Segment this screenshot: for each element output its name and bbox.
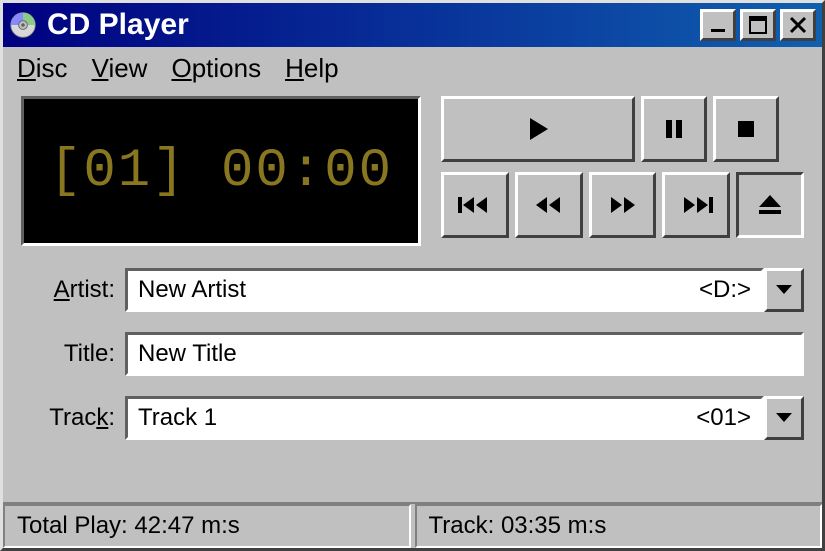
track-dropdown-button[interactable]: [764, 396, 804, 440]
close-button[interactable]: [780, 9, 816, 41]
play-button[interactable]: [441, 96, 635, 162]
track-label: Track:: [21, 404, 125, 432]
menu-options[interactable]: Options: [171, 53, 261, 84]
top-row: [01] 00:00: [21, 96, 804, 246]
content-area: [01] 00:00: [3, 92, 822, 502]
play-icon: [524, 115, 552, 143]
stop-button[interactable]: [713, 96, 779, 162]
skip-next-button[interactable]: [662, 172, 730, 238]
artist-label: Artist:: [21, 276, 125, 304]
artist-field[interactable]: New Artist <D:>: [125, 268, 764, 312]
fast-forward-icon: [607, 194, 637, 216]
pause-button[interactable]: [641, 96, 707, 162]
menu-disc[interactable]: Disc: [17, 53, 68, 84]
display-text: [01] 00:00: [49, 141, 393, 202]
menubar: Disc View Options Help: [3, 47, 822, 92]
artist-dropdown-button[interactable]: [764, 268, 804, 312]
menu-help[interactable]: Help: [285, 53, 338, 84]
track-field[interactable]: Track 1 <01>: [125, 396, 764, 440]
rewind-button[interactable]: [515, 172, 583, 238]
statusbar: Total Play: 42:47 m:s Track: 03:35 m:s: [3, 502, 822, 548]
skip-previous-button[interactable]: [441, 172, 509, 238]
skip-previous-icon: [458, 194, 492, 216]
title-label: Title:: [21, 340, 125, 368]
minimize-button[interactable]: [700, 9, 736, 41]
chevron-down-icon: [775, 412, 793, 424]
status-track-time: Track: 03:35 m:s: [415, 504, 823, 548]
titlebar: CD Player: [3, 3, 822, 47]
artist-value: New Artist: [138, 276, 699, 304]
status-total-play: Total Play: 42:47 m:s: [3, 504, 411, 548]
track-row: Track: Track 1 <01>: [21, 396, 804, 440]
rewind-icon: [534, 194, 564, 216]
menu-view[interactable]: View: [92, 53, 148, 84]
track-value: Track 1: [138, 404, 696, 432]
transport-controls: [441, 96, 804, 246]
title-value: New Title: [138, 340, 791, 368]
stop-icon: [734, 117, 758, 141]
chevron-down-icon: [775, 284, 793, 296]
window: CD Player Disc View Options Help [01] 00…: [0, 0, 825, 551]
eject-icon: [757, 193, 783, 217]
title-field[interactable]: New Title: [125, 332, 804, 376]
artist-row: Artist: New Artist <D:>: [21, 268, 804, 312]
window-title: CD Player: [47, 8, 696, 42]
cd-icon: [9, 11, 37, 39]
fast-forward-button[interactable]: [589, 172, 657, 238]
maximize-button[interactable]: [740, 9, 776, 41]
eject-button[interactable]: [736, 172, 804, 238]
time-display: [01] 00:00: [21, 96, 421, 246]
artist-index: <D:>: [699, 276, 751, 304]
title-row: Title: New Title: [21, 332, 804, 376]
track-index: <01>: [696, 404, 751, 432]
pause-icon: [662, 117, 686, 141]
skip-next-icon: [679, 194, 713, 216]
